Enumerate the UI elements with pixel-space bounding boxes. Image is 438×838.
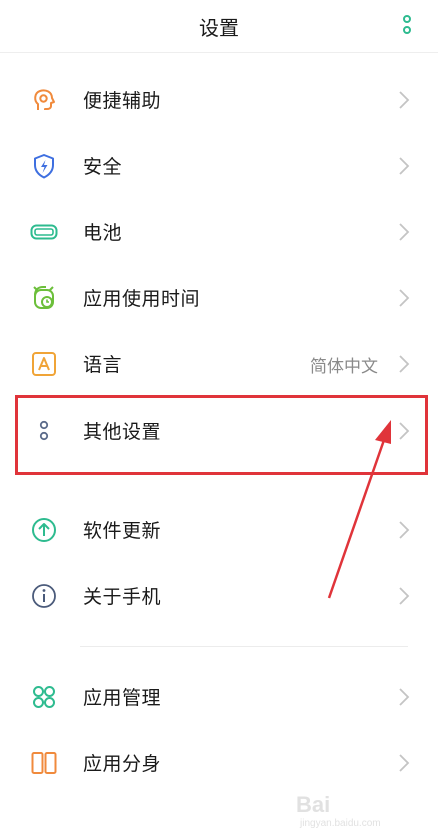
item-label: 电池 bbox=[83, 222, 123, 244]
item-label: 关于手机 bbox=[83, 586, 162, 608]
item-label: 应用使用时间 bbox=[83, 288, 201, 310]
language-icon bbox=[32, 352, 56, 376]
settings-item-app-management[interactable]: 应用管理 bbox=[0, 664, 438, 730]
chevron-right-icon bbox=[399, 521, 410, 539]
chevron-right-icon bbox=[399, 91, 410, 109]
current-language-value: 简体中文 bbox=[310, 357, 378, 377]
app-clone-icon bbox=[31, 752, 57, 774]
settings-item-battery[interactable]: 电池 bbox=[0, 199, 438, 265]
item-label: 应用管理 bbox=[83, 687, 162, 709]
chevron-right-icon bbox=[399, 157, 410, 175]
section-gap bbox=[0, 480, 438, 496]
page-title: 设置 bbox=[199, 16, 239, 40]
watermark-subtext: jingyan.baidu.com bbox=[300, 818, 381, 829]
chevron-right-icon bbox=[399, 688, 410, 706]
chevron-right-icon bbox=[399, 355, 410, 373]
item-label: 语言 bbox=[83, 354, 123, 376]
settings-item-accessibility[interactable]: 便捷辅助 bbox=[0, 67, 438, 133]
chevron-right-icon bbox=[399, 754, 410, 772]
accessibility-icon bbox=[34, 89, 55, 110]
watermark-logo: Bai jingyan.baidu.com bbox=[296, 784, 416, 836]
more-options-icon[interactable] bbox=[400, 14, 414, 36]
alarm-clock-icon bbox=[33, 286, 54, 309]
item-label: 软件更新 bbox=[83, 520, 162, 542]
settings-item-security[interactable]: 安全 bbox=[0, 133, 438, 199]
battery-icon bbox=[30, 224, 58, 240]
item-label: 便捷辅助 bbox=[83, 90, 162, 112]
chevron-right-icon bbox=[399, 289, 410, 307]
chevron-right-icon bbox=[399, 223, 410, 241]
top-bar: 设置 bbox=[0, 0, 438, 53]
watermark-text: Bai bbox=[296, 792, 331, 817]
item-label: 应用分身 bbox=[83, 753, 162, 775]
info-icon bbox=[32, 584, 56, 608]
settings-item-language[interactable]: 语言 简体中文 bbox=[0, 331, 438, 397]
settings-item-software-update[interactable]: 软件更新 bbox=[0, 497, 438, 563]
update-arrow-icon bbox=[32, 518, 56, 542]
chevron-right-icon bbox=[399, 587, 410, 605]
settings-item-about-phone[interactable]: 关于手机 bbox=[0, 563, 438, 629]
shield-icon bbox=[34, 154, 54, 179]
annotation-highlight-box bbox=[15, 395, 428, 475]
item-label: 安全 bbox=[83, 156, 123, 178]
app-grid-icon bbox=[33, 686, 55, 708]
section-divider bbox=[80, 646, 408, 647]
settings-item-screen-time[interactable]: 应用使用时间 bbox=[0, 265, 438, 331]
